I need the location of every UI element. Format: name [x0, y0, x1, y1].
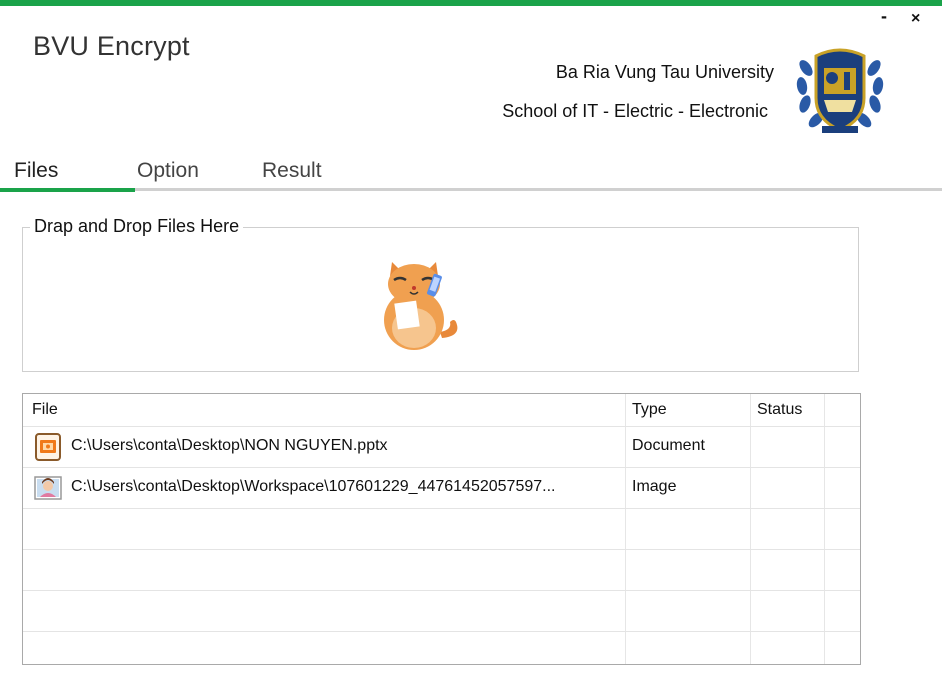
window-accent-bar: [0, 0, 942, 6]
close-button[interactable]: ×: [911, 9, 920, 29]
table-row[interactable]: C:\Users\conta\Desktop\Workspace\1076012…: [23, 467, 860, 508]
file-type: Document: [632, 437, 705, 454]
school-name: School of IT - Electric - Electronic: [502, 101, 768, 121]
file-path: C:\Users\conta\Desktop\Workspace\1076012…: [71, 478, 556, 495]
table-row-empty: [23, 549, 860, 590]
image-file-icon: [34, 476, 62, 500]
column-header-file[interactable]: File: [32, 401, 58, 419]
minimize-button[interactable]: -: [881, 6, 887, 26]
table-row-empty: [23, 590, 860, 631]
tab-result[interactable]: Result: [262, 159, 322, 183]
file-table[interactable]: File Type Status C:\Users\conta\Desktop\…: [22, 393, 861, 665]
tab-divider: [0, 188, 942, 191]
table-row-empty: [23, 631, 860, 664]
powerpoint-file-icon: [35, 433, 61, 461]
app-title: BVU Encrypt: [33, 31, 190, 61]
drop-zone-legend: Drap and Drop Files Here: [30, 216, 244, 237]
table-header: File Type Status: [23, 394, 860, 426]
column-header-status[interactable]: Status: [757, 401, 802, 419]
tab-active-indicator: [0, 188, 135, 192]
tab-bar: Files Option Result: [0, 156, 942, 192]
column-header-type[interactable]: Type: [632, 401, 667, 419]
file-type: Image: [632, 478, 677, 495]
table-row[interactable]: C:\Users\conta\Desktop\NON NGUYEN.pptx D…: [23, 426, 860, 467]
cat-illustration: [384, 262, 458, 350]
university-logo: [796, 48, 884, 133]
tab-option[interactable]: Option: [137, 159, 199, 183]
university-name: Ba Ria Vung Tau University: [555, 62, 774, 82]
table-row-empty: [23, 508, 860, 549]
tab-files[interactable]: Files: [14, 159, 58, 183]
file-path: C:\Users\conta\Desktop\NON NGUYEN.pptx: [71, 437, 388, 454]
